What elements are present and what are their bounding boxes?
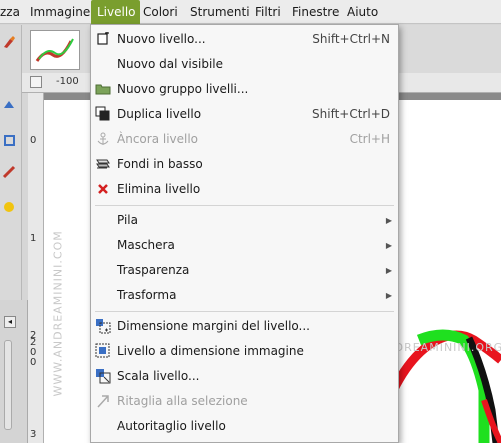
menu-colori[interactable]: Colori [143, 0, 178, 24]
menu-item-label: Trasparenza [117, 263, 190, 277]
menu-item-shortcut: Shift+Ctrl+D [312, 107, 390, 121]
delete-icon [95, 181, 111, 197]
menu-finestre[interactable]: Finestre [292, 0, 339, 24]
menu-item-autoritaglio-livello[interactable]: Autoritaglio livello [91, 414, 398, 439]
watermark-vertical: WWW.ANDREAMININI.COM [51, 230, 65, 397]
menu-item-nuovo-dal-visibile[interactable]: Nuovo dal visibile [91, 52, 398, 77]
left-dock-panel: ◂ [0, 300, 28, 443]
ruler-v-label-0: 0 [30, 135, 37, 146]
color-tool-icon[interactable] [2, 200, 16, 214]
new-layer-icon [95, 31, 111, 47]
menu-strumenti[interactable]: Strumenti [190, 0, 250, 24]
menu-item-label: Dimensione margini del livello... [117, 319, 310, 333]
menu-item-label: Nuovo livello... [117, 32, 206, 46]
menu-item-nuovo-livello[interactable]: Nuovo livello... Shift+Ctrl+N [91, 27, 398, 52]
menu-item-label: Scala livello... [117, 369, 200, 383]
ruler-toggle-icon[interactable] [30, 76, 42, 88]
menu-item-ancora-livello[interactable]: Àncora livello Ctrl+H [91, 127, 398, 152]
menu-item-livello-dimensione-immagine[interactable]: Livello a dimensione immagine [91, 339, 398, 364]
menu-item-scala-livello[interactable]: Scala livello... [91, 364, 398, 389]
menu-item-label: Ritaglia alla selezione [117, 394, 248, 408]
livello-dropdown-menu: Nuovo livello... Shift+Ctrl+N Nuovo dal … [90, 24, 399, 443]
menu-item-label: Autoritaglio livello [117, 419, 226, 433]
duplicate-icon [95, 106, 111, 122]
smudge-tool-icon[interactable] [2, 98, 16, 112]
dodge-tool-icon[interactable] [2, 165, 16, 179]
menu-item-pila[interactable]: Pila ▶ [91, 208, 398, 233]
collapse-arrow-icon[interactable]: ◂ [4, 316, 16, 328]
menu-item-shortcut: Shift+Ctrl+N [312, 32, 390, 46]
menu-filtri[interactable]: Filtri [255, 0, 281, 24]
menu-item-label: Elimina livello [117, 182, 201, 196]
menubar: zza Immagine Livello Colori Strumenti Fi… [0, 0, 501, 24]
menu-item-dimensione-margini[interactable]: Dimensione margini del livello... [91, 314, 398, 339]
menu-item-label: Duplica livello [117, 107, 202, 121]
folder-icon [95, 81, 111, 97]
anchor-icon [95, 131, 111, 147]
ruler-v-label-3: 2 0 0 [30, 337, 37, 368]
submenu-arrow-icon: ▶ [385, 266, 392, 275]
merge-down-icon [95, 156, 111, 172]
submenu-arrow-icon: ▶ [385, 241, 392, 250]
menu-separator [95, 205, 394, 206]
menu-item-label: Fondi in basso [117, 157, 203, 171]
blur-tool-icon[interactable] [2, 133, 16, 147]
layer-boundary-icon [95, 318, 111, 334]
layer-to-image-icon [95, 343, 111, 359]
dock-slider[interactable] [4, 340, 12, 430]
menu-item-label: Trasforma [117, 288, 177, 302]
menu-aiuto[interactable]: Aiuto [347, 0, 378, 24]
menu-item-duplica-livello[interactable]: Duplica livello Shift+Ctrl+D [91, 102, 398, 127]
menu-item-label: Pila [117, 213, 138, 227]
menu-item-shortcut: Ctrl+H [349, 132, 390, 146]
menu-immagine[interactable]: Immagine [27, 0, 93, 24]
vertical-ruler: 0 1 2 2 0 0 3 [28, 93, 44, 443]
ruler-v-label-4: 3 [30, 429, 37, 440]
menu-item-fondi-in-basso[interactable]: Fondi in basso [91, 152, 398, 177]
menu-image-partial[interactable]: zza [0, 0, 20, 24]
menu-item-label: Maschera [117, 238, 175, 252]
menu-item-elimina-livello[interactable]: Elimina livello [91, 177, 398, 202]
menu-item-label: Nuovo gruppo livelli... [117, 82, 249, 96]
menu-item-trasparenza[interactable]: Trasparenza ▶ [91, 258, 398, 283]
menu-item-label: Livello a dimensione immagine [117, 344, 304, 358]
scale-layer-icon [95, 368, 111, 384]
menu-item-label: Àncora livello [117, 132, 199, 146]
crop-icon [95, 393, 111, 409]
menu-item-ritaglia-selezione[interactable]: Ritaglia alla selezione [91, 389, 398, 414]
menu-item-trasforma[interactable]: Trasforma ▶ [91, 283, 398, 308]
menu-item-label: Nuovo dal visibile [117, 57, 223, 71]
menu-item-maschera[interactable]: Maschera ▶ [91, 233, 398, 258]
submenu-arrow-icon: ▶ [385, 216, 392, 225]
brush-tool-icon[interactable] [2, 35, 16, 49]
image-thumbnail[interactable] [30, 30, 80, 70]
ruler-v-label-1: 1 [30, 233, 37, 244]
ruler-h-label: -100 [56, 76, 79, 87]
menu-item-nuovo-gruppo-livelli[interactable]: Nuovo gruppo livelli... [91, 77, 398, 102]
menu-separator [95, 311, 394, 312]
submenu-arrow-icon: ▶ [385, 291, 392, 300]
menu-livello[interactable]: Livello [91, 0, 140, 24]
